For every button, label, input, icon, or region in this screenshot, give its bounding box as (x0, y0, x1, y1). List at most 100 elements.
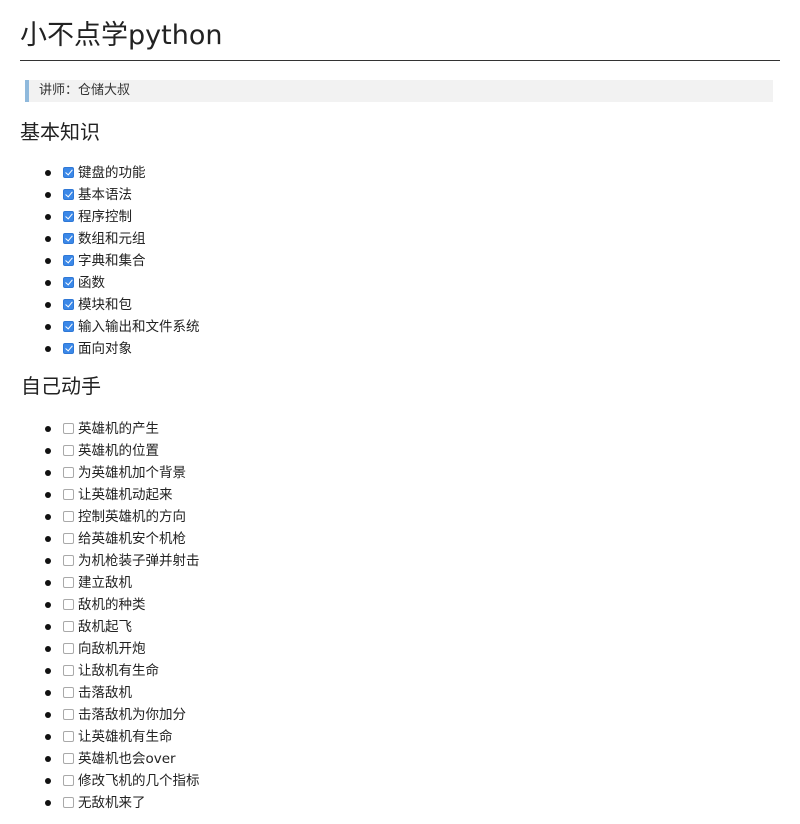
checkbox-checked-icon[interactable] (63, 276, 74, 288)
bullet-icon (45, 236, 51, 242)
checkbox-unchecked-icon[interactable] (63, 686, 74, 698)
checkbox-unchecked-icon[interactable] (63, 708, 74, 720)
task-label: 建立敌机 (78, 575, 132, 591)
task-label: 给英雄机安个机枪 (78, 531, 186, 547)
checkbox-unchecked-icon[interactable] (63, 422, 74, 434)
task-list-item: 数组和元组 (20, 228, 780, 250)
task-label: 键盘的功能 (78, 165, 146, 181)
task-list-item: 字典和集合 (20, 250, 780, 272)
task-label: 数组和元组 (78, 231, 146, 247)
checkbox-unchecked-icon[interactable] (63, 532, 74, 544)
bullet-icon (45, 800, 51, 806)
bullet-icon (45, 280, 51, 286)
bullet-icon (45, 536, 51, 542)
checkbox-unchecked-icon[interactable] (63, 598, 74, 610)
task-list-item: 函数 (20, 272, 780, 294)
checkbox-unchecked-icon[interactable] (63, 730, 74, 742)
task-list-item: 向敌机开炮 (20, 638, 780, 660)
bullet-icon (45, 668, 51, 674)
bullet-icon (45, 470, 51, 476)
task-list-item: 让英雄机动起来 (20, 484, 780, 506)
task-label: 英雄机的位置 (78, 443, 159, 459)
task-list-item: 击落敌机 (20, 682, 780, 704)
bullet-icon (45, 756, 51, 762)
checkbox-checked-icon[interactable] (63, 298, 74, 310)
task-list-item: 基本语法 (20, 184, 780, 206)
task-label: 为机枪装子弹并射击 (78, 553, 200, 569)
bullet-icon (45, 646, 51, 652)
task-list-item: 让英雄机有生命 (20, 726, 780, 748)
task-list-item: 无敌机来了 (20, 792, 780, 814)
bullet-icon (45, 734, 51, 740)
checkbox-checked-icon[interactable] (63, 166, 74, 178)
page-title: 小不点学python (20, 0, 780, 61)
checkbox-unchecked-icon[interactable] (63, 796, 74, 808)
bullet-icon (45, 258, 51, 264)
checkbox-checked-icon[interactable] (63, 210, 74, 222)
bullet-icon (45, 426, 51, 432)
task-label: 基本语法 (78, 187, 132, 203)
checkbox-unchecked-icon[interactable] (63, 444, 74, 456)
task-label: 修改飞机的几个指标 (78, 773, 200, 789)
task-list-item: 控制英雄机的方向 (20, 506, 780, 528)
bullet-icon (45, 624, 51, 630)
task-list-item: 建立敌机 (20, 572, 780, 594)
task-label: 敌机起飞 (78, 619, 132, 635)
task-label: 英雄机也会over (78, 751, 176, 767)
task-list-item: 为机枪装子弹并射击 (20, 550, 780, 572)
bullet-icon (45, 602, 51, 608)
bullet-icon (45, 192, 51, 198)
checkbox-unchecked-icon[interactable] (63, 554, 74, 566)
checkbox-checked-icon[interactable] (63, 342, 74, 354)
bullet-icon (45, 346, 51, 352)
checkbox-checked-icon[interactable] (63, 232, 74, 244)
checkbox-unchecked-icon[interactable] (63, 576, 74, 588)
task-list-item: 为英雄机加个背景 (20, 462, 780, 484)
task-list-item: 模块和包 (20, 294, 780, 316)
bullet-icon (45, 302, 51, 308)
checkbox-checked-icon[interactable] (63, 188, 74, 200)
checkbox-unchecked-icon[interactable] (63, 488, 74, 500)
task-list-item: 程序控制 (20, 206, 780, 228)
bullet-icon (45, 448, 51, 454)
task-list-hands-on: 英雄机的产生英雄机的位置为英雄机加个背景 让英雄机动起来 控制英雄机的方向给英雄机安… (20, 418, 780, 814)
checkbox-unchecked-icon[interactable] (63, 642, 74, 654)
bullet-icon (45, 690, 51, 696)
checkbox-unchecked-icon[interactable] (63, 664, 74, 676)
bullet-icon (45, 558, 51, 564)
bullet-icon (45, 514, 51, 520)
task-label: 字典和集合 (78, 253, 146, 269)
section-heading-basics: 基本知识 (20, 120, 100, 144)
bullet-icon (45, 324, 51, 330)
document-page: 小不点学python 讲师：仓储大叔 基本知识 键盘的功能基本语法程序控制数组和… (20, 0, 780, 814)
checkbox-checked-icon[interactable] (63, 254, 74, 266)
task-label: 让敌机有生命 (78, 663, 159, 679)
task-list-item: 键盘的功能 (20, 162, 780, 184)
task-list-item: 英雄机的产生 (20, 418, 780, 440)
task-list-item: 给英雄机安个机枪 (20, 528, 780, 550)
instructor-note: 讲师：仓储大叔 (25, 80, 773, 102)
checkbox-unchecked-icon[interactable] (63, 466, 74, 478)
bullet-icon (45, 580, 51, 586)
task-label: 无敌机来了 (78, 795, 146, 811)
task-label: 敌机的种类 (78, 597, 146, 613)
task-label: 击落敌机 (78, 685, 132, 701)
checkbox-unchecked-icon[interactable] (63, 774, 74, 786)
checkbox-unchecked-icon[interactable] (63, 620, 74, 632)
task-list-item: 修改飞机的几个指标 (20, 770, 780, 792)
checkbox-unchecked-icon[interactable] (63, 752, 74, 764)
bullet-icon (45, 712, 51, 718)
task-list-basics: 键盘的功能基本语法程序控制数组和元组字典和集合函数模块和包输入输出和文件系统面向… (20, 162, 780, 360)
checkbox-checked-icon[interactable] (63, 320, 74, 332)
task-label: 击落敌机为你加分 (78, 707, 186, 723)
task-list-item: 敌机的种类 (20, 594, 780, 616)
bullet-icon (45, 214, 51, 220)
task-list-item: 敌机起飞 (20, 616, 780, 638)
section-heading-hands-on: 自己动手 (21, 374, 101, 398)
task-label: 模块和包 (78, 297, 132, 313)
task-list-item: 输入输出和文件系统 (20, 316, 780, 338)
instructor-text: 讲师：仓储大叔 (39, 83, 131, 98)
task-label: 面向对象 (78, 341, 132, 357)
task-list-item: 面向对象 (20, 338, 780, 360)
checkbox-unchecked-icon[interactable] (63, 510, 74, 522)
